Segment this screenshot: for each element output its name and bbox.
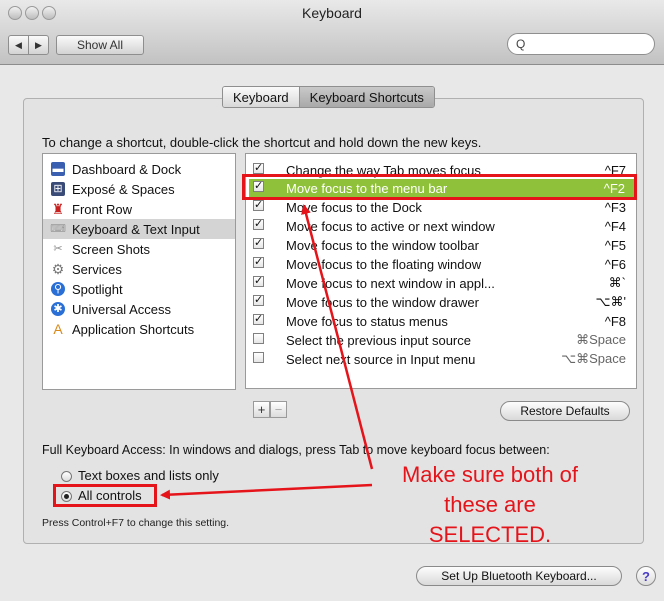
category-label: Dashboard & Dock — [72, 161, 182, 177]
annotation-line: SELECTED. — [428, 522, 552, 547]
category-item-expose[interactable]: ⊞ Exposé & Spaces — [43, 179, 235, 199]
shortcut-row[interactable]: ✓ Move focus to the window toolbar ^F5 — [246, 236, 636, 254]
shortcut-checkbox[interactable]: ✓ — [253, 238, 264, 249]
shortcut-checkbox[interactable]: ✓ — [253, 163, 264, 174]
shortcut-key[interactable]: ^F5 — [605, 238, 626, 253]
dashboard-icon: ▬ — [51, 162, 65, 176]
back-button[interactable]: ◀ — [8, 35, 29, 55]
category-label: Application Shortcuts — [72, 321, 195, 337]
shortcut-label: Move focus to the Dock — [286, 199, 422, 215]
annotation-line: these are — [444, 492, 536, 517]
category-item-keyboard[interactable]: ⌨ Keyboard & Text Input — [43, 219, 235, 239]
category-label: Keyboard & Text Input — [72, 221, 200, 237]
category-label: Universal Access — [72, 301, 171, 317]
category-label: Services — [72, 261, 122, 277]
search-icon: Q — [516, 37, 526, 51]
category-label: Screen Shots — [72, 241, 151, 257]
shortcut-key[interactable]: ⌘Space — [576, 332, 626, 348]
category-item-dashboard[interactable]: ▬ Dashboard & Dock — [43, 159, 235, 179]
annotation-text: Make sure both of these are SELECTED. — [360, 460, 620, 550]
highlight-annotation-box — [242, 174, 637, 200]
category-item-screen-shots[interactable]: ✂ Screen Shots — [43, 239, 235, 259]
shortcut-checkbox[interactable]: ✓ — [253, 295, 264, 306]
shortcut-checkbox[interactable]: ✓ — [253, 200, 264, 211]
shortcut-row[interactable]: ✓ Move focus to active or next window ^F… — [246, 217, 636, 235]
shortcut-row[interactable]: ✓ Move focus to status menus ^F8 — [246, 312, 636, 330]
application-icon: A — [53, 321, 63, 337]
front-row-icon: ♜ — [51, 201, 65, 217]
shortcut-label: Move focus to next window in appl... — [286, 275, 495, 291]
shortcut-label: Move focus to the window drawer — [286, 294, 479, 310]
shortcut-key[interactable]: ^F4 — [605, 219, 626, 234]
help-icon[interactable]: ? — [636, 566, 656, 586]
shortcut-row[interactable]: ✓ Move focus to the floating window ^F6 — [246, 255, 636, 273]
shortcut-key[interactable]: ^F8 — [605, 314, 626, 329]
shortcut-checkbox[interactable]: ✓ — [253, 314, 264, 325]
radio-text-boxes[interactable] — [61, 471, 72, 482]
keyboard-access-note: Press Control+F7 to change this setting. — [42, 517, 230, 529]
shortcut-row[interactable]: ✓ Move focus to next window in appl... ⌘… — [246, 274, 636, 292]
shortcut-key[interactable]: ⌥⌘Space — [561, 351, 626, 367]
category-item-spotlight[interactable]: ⚲ Spotlight — [43, 279, 235, 299]
category-label: Exposé & Spaces — [72, 181, 175, 197]
shortcut-row[interactable]: ✓ Move focus to the Dock ^F3 — [246, 198, 636, 216]
category-item-services[interactable]: ⚙ Services — [43, 259, 235, 279]
shortcut-checkbox[interactable] — [253, 352, 264, 363]
shortcut-label: Select the previous input source — [286, 332, 471, 348]
category-item-front-row[interactable]: ♜ Front Row — [43, 199, 235, 219]
radio-text-boxes-label[interactable]: Text boxes and lists only — [78, 468, 219, 483]
shortcut-label: Move focus to status menus — [286, 313, 448, 329]
screenshot-icon: ✂ — [53, 242, 63, 255]
shortcut-label: Move focus to the window toolbar — [286, 237, 479, 253]
shortcut-row[interactable]: ✓ Move focus to the window drawer ⌥⌘' — [246, 293, 636, 311]
expose-icon: ⊞ — [51, 182, 65, 196]
category-item-application-shortcuts[interactable]: A Application Shortcuts — [43, 319, 235, 339]
tab-keyboard-shortcuts[interactable]: Keyboard Shortcuts — [298, 87, 434, 107]
shortcut-row[interactable]: Select next source in Input menu ⌥⌘Space — [246, 350, 636, 368]
show-all-button[interactable]: Show All — [56, 35, 144, 55]
remove-button[interactable]: − — [270, 401, 287, 418]
shortcut-key[interactable]: ^F6 — [605, 257, 626, 272]
bluetooth-keyboard-button[interactable]: Set Up Bluetooth Keyboard... — [416, 566, 622, 586]
window-title: Keyboard — [302, 5, 362, 21]
category-item-universal-access[interactable]: ✱ Universal Access — [43, 299, 235, 319]
category-label: Front Row — [72, 201, 132, 217]
instructions-text: To change a shortcut, double-click the s… — [42, 135, 482, 150]
add-remove-controls: + − — [253, 401, 287, 418]
tab-bar: Keyboard Keyboard Shortcuts — [222, 86, 435, 108]
all-controls-annotation-box — [53, 484, 157, 507]
shortcut-label: Move focus to active or next window — [286, 218, 495, 234]
search-input[interactable]: Q — [507, 33, 655, 55]
restore-defaults-button[interactable]: Restore Defaults — [500, 401, 630, 421]
shortcut-label: Move focus to the floating window — [286, 256, 482, 272]
gear-icon: ⚙ — [51, 261, 65, 277]
full-keyboard-access-label: Full Keyboard Access: In windows and dia… — [42, 443, 550, 457]
add-button[interactable]: + — [253, 401, 270, 418]
keyboard-icon: ⌨ — [50, 222, 66, 235]
category-list: ▬ Dashboard & Dock ⊞ Exposé & Spaces ♜ F… — [42, 153, 236, 390]
shortcut-checkbox[interactable]: ✓ — [253, 276, 264, 287]
shortcut-checkbox[interactable]: ✓ — [253, 219, 264, 230]
shortcut-key[interactable]: ⌘` — [609, 275, 626, 291]
accessibility-icon: ✱ — [51, 302, 65, 316]
shortcut-checkbox[interactable]: ✓ — [253, 257, 264, 268]
category-label: Spotlight — [72, 281, 123, 297]
shortcut-key[interactable]: ⌥⌘' — [596, 294, 626, 310]
shortcut-checkbox[interactable] — [253, 333, 264, 344]
shortcut-row[interactable]: Select the previous input source ⌘Space — [246, 331, 636, 349]
annotation-line: Make sure both of — [401, 462, 579, 487]
tab-keyboard[interactable]: Keyboard — [223, 87, 299, 107]
forward-button[interactable]: ▶ — [28, 35, 49, 55]
shortcut-key[interactable]: ^F3 — [605, 200, 626, 215]
title-bar: Keyboard ◀ ▶ Show All Q — [0, 0, 664, 65]
shortcut-label: Select next source in Input menu — [286, 351, 476, 367]
spotlight-icon: ⚲ — [51, 282, 65, 296]
